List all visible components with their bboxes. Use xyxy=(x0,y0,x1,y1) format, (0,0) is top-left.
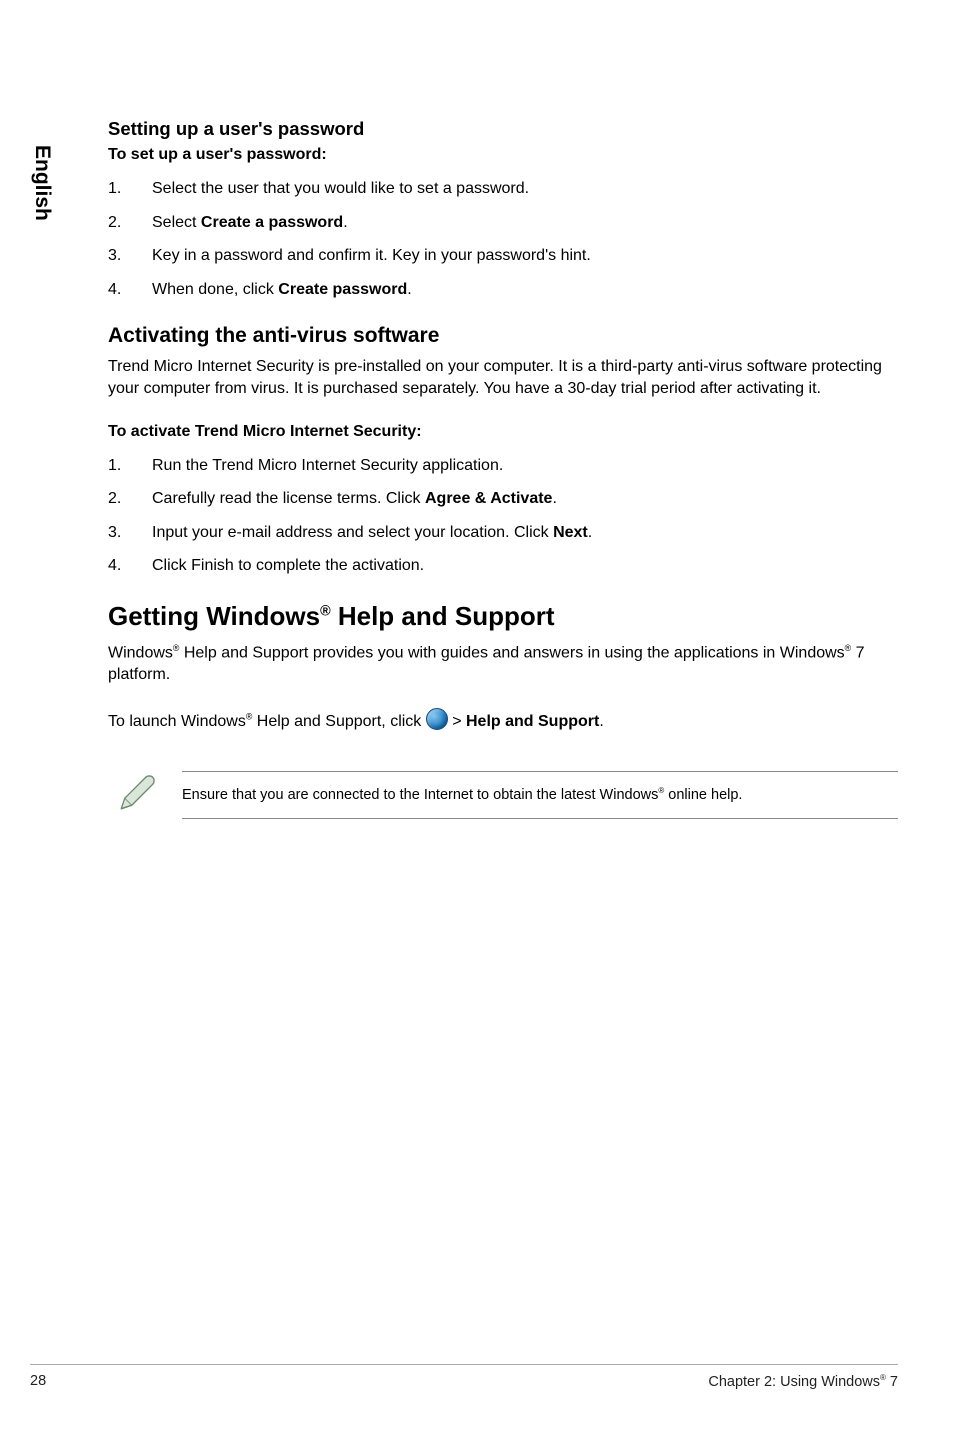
step-text: Select Create a password. xyxy=(152,212,898,234)
step-text: Select the user that you would like to s… xyxy=(152,178,898,200)
help-support-launch: To launch Windows® Help and Support, cli… xyxy=(108,708,898,733)
step-number: 3. xyxy=(108,522,152,544)
step-text: Carefully read the license terms. Click … xyxy=(152,488,898,510)
note-pen-icon xyxy=(116,772,158,819)
document-page: English Setting up a user's password To … xyxy=(0,0,954,1438)
list-item: 4. When done, click Create password. xyxy=(108,279,898,301)
setting-password-steps: 1. Select the user that you would like t… xyxy=(108,178,898,300)
list-item: 2. Carefully read the license terms. Cli… xyxy=(108,488,898,510)
page-content: Setting up a user's password To set up a… xyxy=(108,118,898,819)
antivirus-steps: 1. Run the Trend Micro Internet Security… xyxy=(108,455,898,577)
step-number: 4. xyxy=(108,555,152,577)
note-text: Ensure that you are connected to the Int… xyxy=(182,787,742,803)
page-number: 28 xyxy=(30,1373,46,1390)
step-number: 1. xyxy=(108,178,152,200)
chapter-label: Chapter 2: Using Windows® 7 xyxy=(708,1373,898,1390)
antivirus-intro: Trend Micro Internet Security is pre-ins… xyxy=(108,356,898,400)
list-item: 3. Key in a password and confirm it. Key… xyxy=(108,245,898,267)
step-text: Input your e-mail address and select you… xyxy=(152,522,898,544)
help-support-intro: Windows® Help and Support provides you w… xyxy=(108,642,898,686)
list-item: 3. Input your e-mail address and select … xyxy=(108,522,898,544)
note-text-wrap: Ensure that you are connected to the Int… xyxy=(182,771,898,819)
step-text: When done, click Create password. xyxy=(152,279,898,301)
step-number: 1. xyxy=(108,455,152,477)
step-number: 4. xyxy=(108,279,152,301)
page-footer: 28 Chapter 2: Using Windows® 7 xyxy=(30,1364,898,1390)
setting-password-heading: Setting up a user's password xyxy=(108,118,898,140)
windows-start-icon xyxy=(426,708,448,730)
language-tab: English xyxy=(30,145,54,221)
list-item: 1. Select the user that you would like t… xyxy=(108,178,898,200)
list-item: 4. Click Finish to complete the activati… xyxy=(108,555,898,577)
note-box: Ensure that you are connected to the Int… xyxy=(116,771,898,819)
setting-password-lead: To set up a user's password: xyxy=(108,146,898,164)
antivirus-lead: To activate Trend Micro Internet Securit… xyxy=(108,423,898,441)
step-text: Run the Trend Micro Internet Security ap… xyxy=(152,455,898,477)
step-text: Click Finish to complete the activation. xyxy=(152,555,898,577)
step-number: 3. xyxy=(108,245,152,267)
step-number: 2. xyxy=(108,212,152,234)
antivirus-heading: Activating the anti-virus software xyxy=(108,324,898,348)
list-item: 2. Select Create a password. xyxy=(108,212,898,234)
list-item: 1. Run the Trend Micro Internet Security… xyxy=(108,455,898,477)
step-text: Key in a password and confirm it. Key in… xyxy=(152,245,898,267)
help-support-heading: Getting Windows® Help and Support xyxy=(108,601,898,632)
step-number: 2. xyxy=(108,488,152,510)
